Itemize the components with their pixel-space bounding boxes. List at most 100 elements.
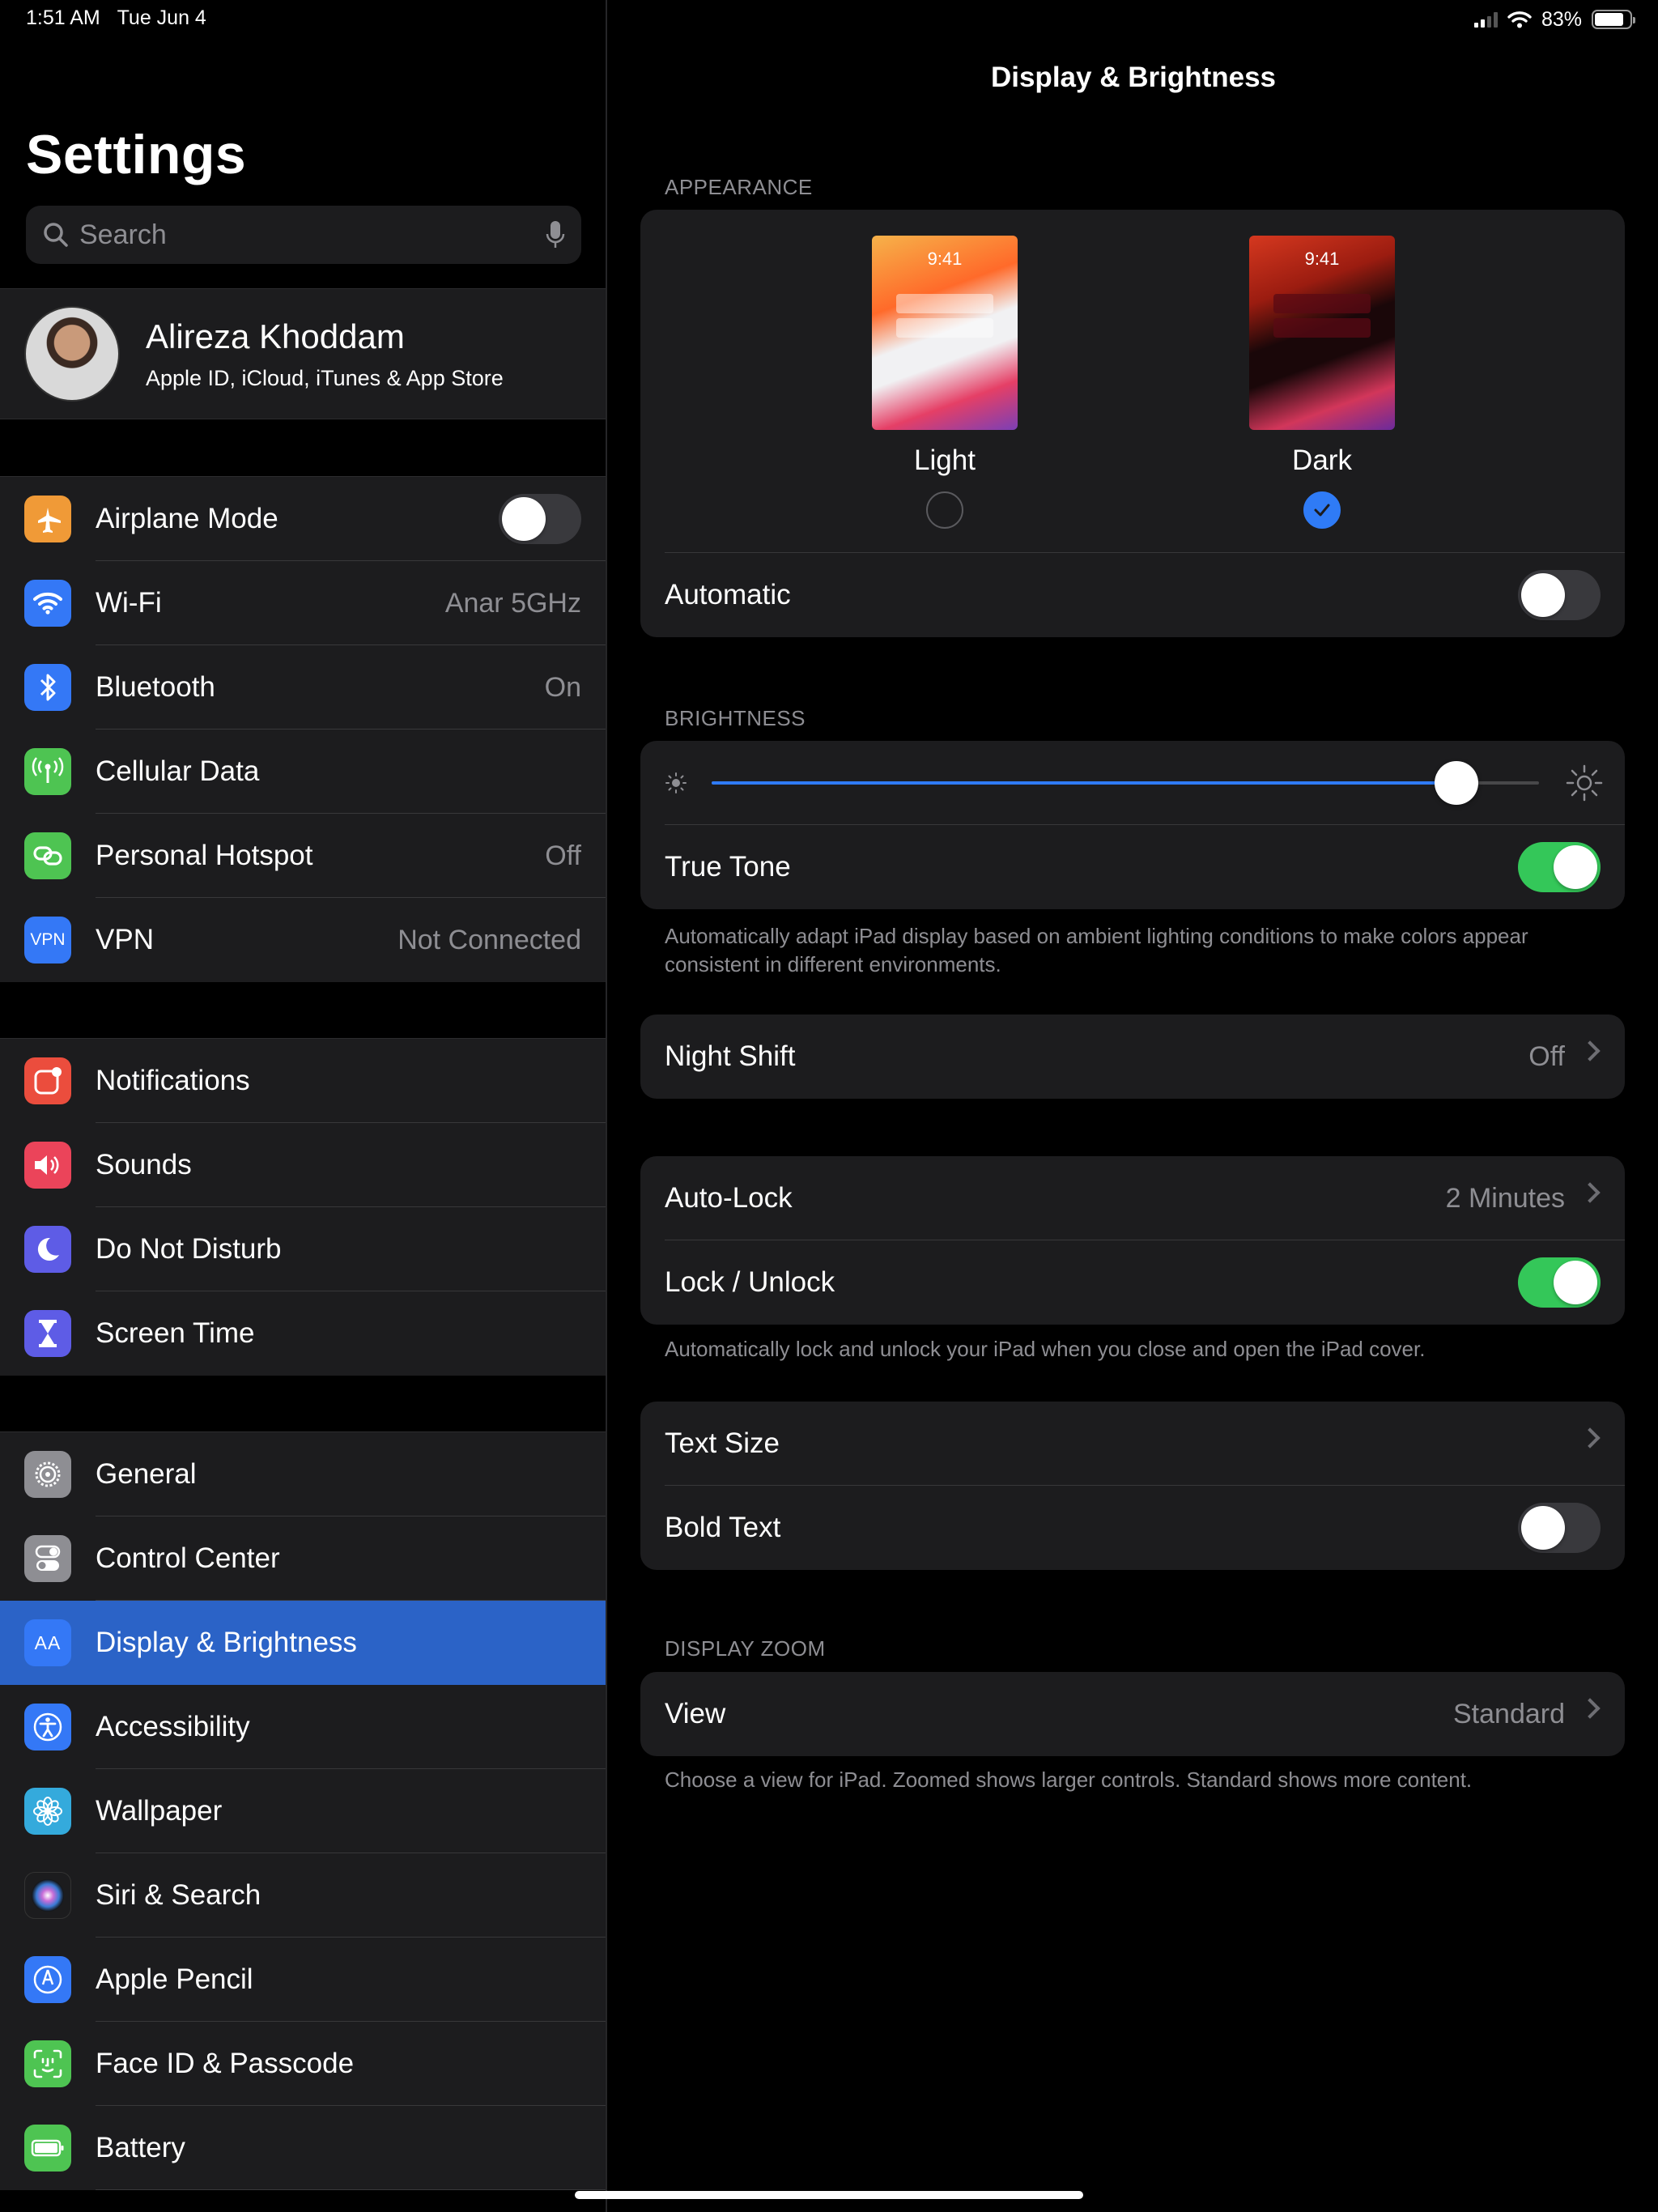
home-indicator[interactable] <box>575 2191 1083 2199</box>
airplane-mode-toggle[interactable] <box>499 494 581 544</box>
sidebar-item-label: Control Center <box>96 1542 280 1574</box>
sidebar-item-general[interactable]: General <box>0 1432 606 1516</box>
lock-unlock-toggle[interactable] <box>1518 1257 1601 1308</box>
brightness-card: True Tone <box>640 741 1625 909</box>
sidebar-item-label: Accessibility <box>96 1711 250 1742</box>
sidebar-item-display-brightness[interactable]: AA Display & Brightness <box>0 1601 606 1685</box>
light-radio[interactable] <box>926 491 963 529</box>
status-indicators: 83% <box>1473 6 1635 32</box>
status-bar: 1:51 AM Tue Jun 4 83% <box>0 0 1658 39</box>
sidebar-item-face-id-passcode[interactable]: Face ID & Passcode <box>0 2022 606 2106</box>
sidebar-item-wifi[interactable]: Wi-Fi Anar 5GHz <box>0 561 606 645</box>
sidebar-item-airplane-mode[interactable]: Airplane Mode <box>0 477 606 561</box>
chevron-right-icon <box>1579 1427 1601 1448</box>
bold-text-toggle[interactable] <box>1518 1503 1601 1553</box>
siri-icon <box>24 1872 71 1919</box>
sidebar-item-cellular-data[interactable]: Cellular Data <box>0 730 606 814</box>
dark-radio[interactable] <box>1303 491 1341 529</box>
sidebar-item-label: Apple Pencil <box>96 1963 253 1995</box>
profile-row[interactable]: Alireza Khoddam Apple ID, iCloud, iTunes… <box>0 288 606 419</box>
text-size-row[interactable]: Text Size <box>640 1402 1625 1486</box>
search-icon <box>44 223 68 247</box>
sidebar-item-siri-search[interactable]: Siri & Search <box>0 1853 606 1938</box>
appearance-dark-option[interactable]: 9:41 Dark <box>1249 236 1395 529</box>
sidebar-item-label: Do Not Disturb <box>96 1233 282 1265</box>
display-zoom-card: View Standard <box>640 1672 1625 1756</box>
hourglass-icon <box>24 1310 71 1357</box>
sidebar-item-do-not-disturb[interactable]: Do Not Disturb <box>0 1207 606 1291</box>
bold-text-row: Bold Text <box>640 1486 1625 1570</box>
appearance-header: APPEARANCE <box>665 175 813 199</box>
light-preview-image: 9:41 <box>872 236 1018 430</box>
light-label: Light <box>914 445 976 476</box>
notifications-icon <box>24 1057 71 1104</box>
pencil-icon <box>24 1956 71 2003</box>
true-tone-label: True Tone <box>665 851 791 883</box>
battery-icon <box>24 2125 71 2172</box>
bluetooth-icon <box>24 664 71 711</box>
text-size-icon: AA <box>24 1619 71 1666</box>
sidebar-title: Settings <box>26 124 247 185</box>
appearance-light-option[interactable]: 9:41 Light <box>872 236 1018 529</box>
sidebar-item-label: Airplane Mode <box>96 503 278 534</box>
page-title: Display & Brightness <box>990 62 1277 93</box>
sidebar-item-personal-hotspot[interactable]: Personal Hotspot Off <box>0 814 606 898</box>
connectivity-group: Airplane Mode Wi-Fi Anar 5GHz Bluetooth … <box>0 476 606 982</box>
wifi-icon <box>24 580 71 627</box>
status-date: Tue Jun 4 <box>117 6 206 29</box>
sidebar-item-label: Screen Time <box>96 1317 255 1349</box>
sidebar-item-screen-time[interactable]: Screen Time <box>0 1291 606 1376</box>
sidebar-item-sounds[interactable]: Sounds <box>0 1123 606 1207</box>
display-zoom-footnote: Choose a view for iPad. Zoomed shows lar… <box>665 1767 1473 1792</box>
battery-percent: 83% <box>1541 7 1582 31</box>
lock-unlock-row: Lock / Unlock <box>640 1240 1625 1325</box>
sidebar-item-battery[interactable]: Battery <box>0 2106 606 2190</box>
sidebar-item-notifications[interactable]: Notifications <box>0 1039 606 1123</box>
view-label: View <box>665 1698 726 1729</box>
sidebar-item-label: Siri & Search <box>96 1879 261 1911</box>
auto-lock-row[interactable]: Auto-Lock 2 Minutes <box>640 1156 1625 1240</box>
chevron-right-icon <box>1579 1182 1601 1203</box>
view-value: Standard <box>1453 1698 1565 1729</box>
bold-text-label: Bold Text <box>665 1512 781 1543</box>
sidebar-item-label: VPN <box>96 924 154 955</box>
microphone-icon[interactable] <box>546 219 565 250</box>
lock-card: Auto-Lock 2 Minutes Lock / Unlock <box>640 1156 1625 1325</box>
sidebar-item-wallpaper[interactable]: Wallpaper <box>0 1769 606 1853</box>
night-shift-value: Off <box>1528 1040 1565 1072</box>
preview-time: 9:41 <box>1304 249 1340 269</box>
true-tone-row: True Tone <box>640 825 1625 909</box>
sidebar-item-label: General <box>96 1458 197 1490</box>
true-tone-toggle[interactable] <box>1518 842 1601 892</box>
sidebar-item-label: Personal Hotspot <box>96 840 313 871</box>
automatic-toggle[interactable] <box>1518 570 1601 620</box>
hotspot-status-value: Off <box>545 840 581 871</box>
night-shift-row[interactable]: Night Shift Off <box>640 1015 1625 1099</box>
view-row[interactable]: View Standard <box>640 1672 1625 1756</box>
sidebar-item-bluetooth[interactable]: Bluetooth On <box>0 645 606 730</box>
brightness-slider-fill <box>712 781 1456 785</box>
status-clock: 1:51 AM <box>26 6 100 29</box>
sidebar-item-vpn[interactable]: VPN VPN Not Connected <box>0 898 606 982</box>
cellular-signal-icon <box>1473 11 1498 28</box>
brightness-slider-row <box>640 741 1625 825</box>
wifi-network-value: Anar 5GHz <box>444 587 581 619</box>
appearance-options: 9:41 Light 9:41 Dark <box>640 210 1625 553</box>
airplane-icon <box>24 496 71 542</box>
search-input[interactable] <box>79 219 546 251</box>
sidebar-item-accessibility[interactable]: Accessibility <box>0 1685 606 1769</box>
brightness-slider-thumb[interactable] <box>1434 761 1478 805</box>
text-card: Text Size Bold Text <box>640 1402 1625 1570</box>
profile-subtitle: Apple ID, iCloud, iTunes & App Store <box>146 365 504 390</box>
auto-lock-label: Auto-Lock <box>665 1182 793 1214</box>
bluetooth-status-value: On <box>544 671 581 703</box>
search-field[interactable] <box>26 206 581 264</box>
brightness-slider[interactable] <box>712 761 1539 805</box>
switches-icon <box>24 1535 71 1582</box>
sidebar-item-apple-pencil[interactable]: Apple Pencil <box>0 1938 606 2022</box>
sidebar-item-label: Wi-Fi <box>96 587 162 619</box>
sidebar-item-label: Wallpaper <box>96 1795 223 1827</box>
sidebar-item-control-center[interactable]: Control Center <box>0 1516 606 1601</box>
avatar <box>24 306 120 402</box>
antenna-icon <box>24 748 71 795</box>
